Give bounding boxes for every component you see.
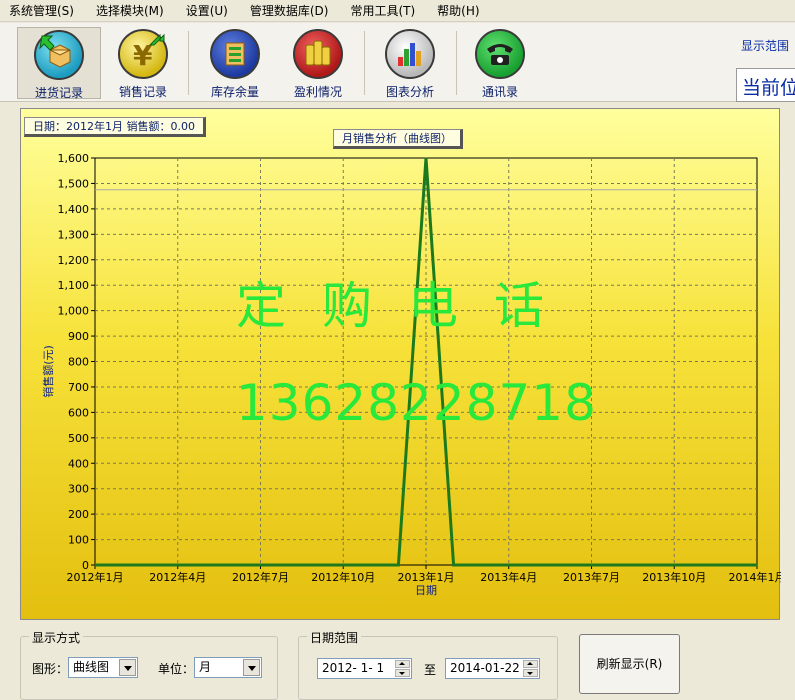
chart-title: 月销售分析（曲线图）: [333, 129, 463, 149]
data-point: [453, 564, 455, 566]
date-to-label: 至: [424, 663, 437, 677]
yen-export-icon: ¥: [118, 29, 168, 79]
x-tick-label: 2013年7月: [563, 570, 620, 584]
x-tick-label: 2013年4月: [480, 570, 537, 584]
x-tick-label: 2013年10月: [642, 570, 706, 584]
x-tick-label: 2012年10月: [311, 570, 375, 584]
current-position-label: 当前位置: [736, 68, 795, 102]
spin-up-icon[interactable]: [523, 660, 538, 668]
menu-tools[interactable]: 常用工具(T): [339, 0, 426, 22]
sales-line-chart: 01002003004005006007008009001,0001,1001,…: [41, 152, 782, 597]
end-date-spinner[interactable]: [523, 660, 538, 677]
chart-panel: 0 100 200 300 400 500 600 700 800 900 1,000 1,100 1,…: [20, 108, 782, 620]
watermark-order-phone-label: 定购电话: [236, 277, 580, 335]
y-tick-label: 500: [68, 432, 89, 445]
toolbar-inventory-label: 库存余量: [210, 85, 259, 99]
menu-bar: 系统管理(S) 选择模块(M) 设置(U) 管理数据库(D) 常用工具(T) 帮…: [0, 0, 795, 22]
y-tick-label: 700: [68, 381, 89, 394]
y-tick-label: 1,200: [58, 254, 90, 267]
refresh-button[interactable]: 刷新显示(R): [579, 634, 680, 694]
telephone-icon: [475, 29, 525, 79]
y-tick-label: 1,500: [58, 177, 90, 190]
menu-database[interactable]: 管理数据库(D): [239, 0, 340, 22]
menu-help[interactable]: 帮助(H): [426, 0, 490, 22]
y-tick-label: 200: [68, 508, 89, 521]
y-tick-label: 1,600: [58, 152, 90, 165]
y-tick-label: 300: [68, 483, 89, 496]
y-tick-label: 1,100: [58, 279, 90, 292]
menu-settings[interactable]: 设置(U): [175, 0, 239, 22]
toolbar-profit-button[interactable]: 盈利情况: [276, 27, 360, 99]
start-date-value: 2012- 1- 1: [322, 661, 385, 675]
coins-icon: [293, 29, 343, 79]
menu-module[interactable]: 选择模块(M): [85, 0, 175, 22]
toolbar-contacts-label: 通讯录: [481, 85, 518, 99]
x-tick-label: 2012年7月: [232, 570, 289, 584]
y-tick-label: 1,000: [58, 305, 90, 318]
end-date-value: 2014-01-22: [450, 661, 520, 675]
data-point: [397, 564, 399, 566]
start-date-spinner[interactable]: [395, 660, 410, 677]
shape-select[interactable]: 曲线图: [68, 657, 138, 678]
menu-system[interactable]: 系统管理(S): [0, 0, 85, 22]
toolbar-purchase-button[interactable]: 进货记录: [17, 27, 101, 100]
start-date-picker[interactable]: 2012- 1- 1: [317, 658, 412, 679]
toolbar-inventory-button[interactable]: 库存余量: [193, 27, 277, 99]
y-tick-label: 1,300: [58, 228, 90, 241]
y-tick-label: 400: [68, 457, 89, 470]
chevron-down-icon[interactable]: [243, 659, 260, 676]
box-import-icon: [34, 30, 84, 80]
display-range-label: 显示范围: [740, 39, 789, 53]
x-tick-label: 2012年1月: [67, 570, 124, 584]
x-tick-label: 2012年4月: [149, 570, 206, 584]
toolbar: 进货记录 ¥ 销售记录 库存余量 盈利情况 图表分析 通讯录 显示范围: [0, 23, 795, 102]
toolbar-profit-label: 盈利情况: [293, 85, 342, 99]
toolbar-chart-button[interactable]: 图表分析: [368, 27, 452, 99]
x-tick-label: 2014年1月: [729, 570, 782, 584]
y-tick-label: 100: [68, 534, 89, 547]
unit-select-value: 月: [199, 660, 212, 674]
shape-label: 图形：: [32, 662, 69, 676]
spin-down-icon[interactable]: [523, 669, 538, 677]
toolbar-sales-label: 销售记录: [118, 85, 167, 99]
y-axis-label: 销售额(元): [41, 345, 55, 398]
data-point: [425, 157, 427, 159]
sales-info-box: 日期：2012年1月 销售额：0.00: [24, 117, 206, 137]
toolbar-separator: [456, 31, 457, 95]
date-range-title: 日期范围: [307, 629, 362, 646]
unit-select[interactable]: 月: [194, 657, 262, 678]
toolbar-separator: [364, 31, 365, 95]
unit-label: 单位：: [158, 662, 195, 676]
svg-text:¥: ¥: [133, 39, 153, 72]
toolbar-sales-button[interactable]: ¥ 销售记录: [101, 27, 185, 99]
toolbar-purchase-label: 进货记录: [34, 86, 83, 100]
y-tick-label: 800: [68, 356, 89, 369]
inventory-icon: [210, 29, 260, 79]
y-tick-label: 600: [68, 406, 89, 419]
y-tick-label: 1,400: [58, 203, 90, 216]
chevron-down-icon[interactable]: [119, 659, 136, 676]
end-date-picker[interactable]: 2014-01-22: [445, 658, 540, 679]
x-axis-label: 日期: [415, 584, 437, 597]
data-point: [756, 564, 758, 566]
chart-icon: [385, 29, 435, 79]
display-mode-title: 显示方式: [29, 629, 84, 646]
data-point: [94, 564, 96, 566]
toolbar-contacts-button[interactable]: 通讯录: [458, 27, 542, 99]
x-tick-label: 2013年1月: [398, 570, 455, 584]
y-tick-label: 900: [68, 330, 89, 343]
spin-up-icon[interactable]: [395, 660, 410, 668]
toolbar-chart-label: 图表分析: [385, 85, 434, 99]
shape-select-value: 曲线图: [73, 660, 110, 674]
spin-down-icon[interactable]: [395, 669, 410, 677]
toolbar-separator: [188, 31, 189, 95]
watermark-phone-number: 13628228718: [236, 374, 597, 432]
